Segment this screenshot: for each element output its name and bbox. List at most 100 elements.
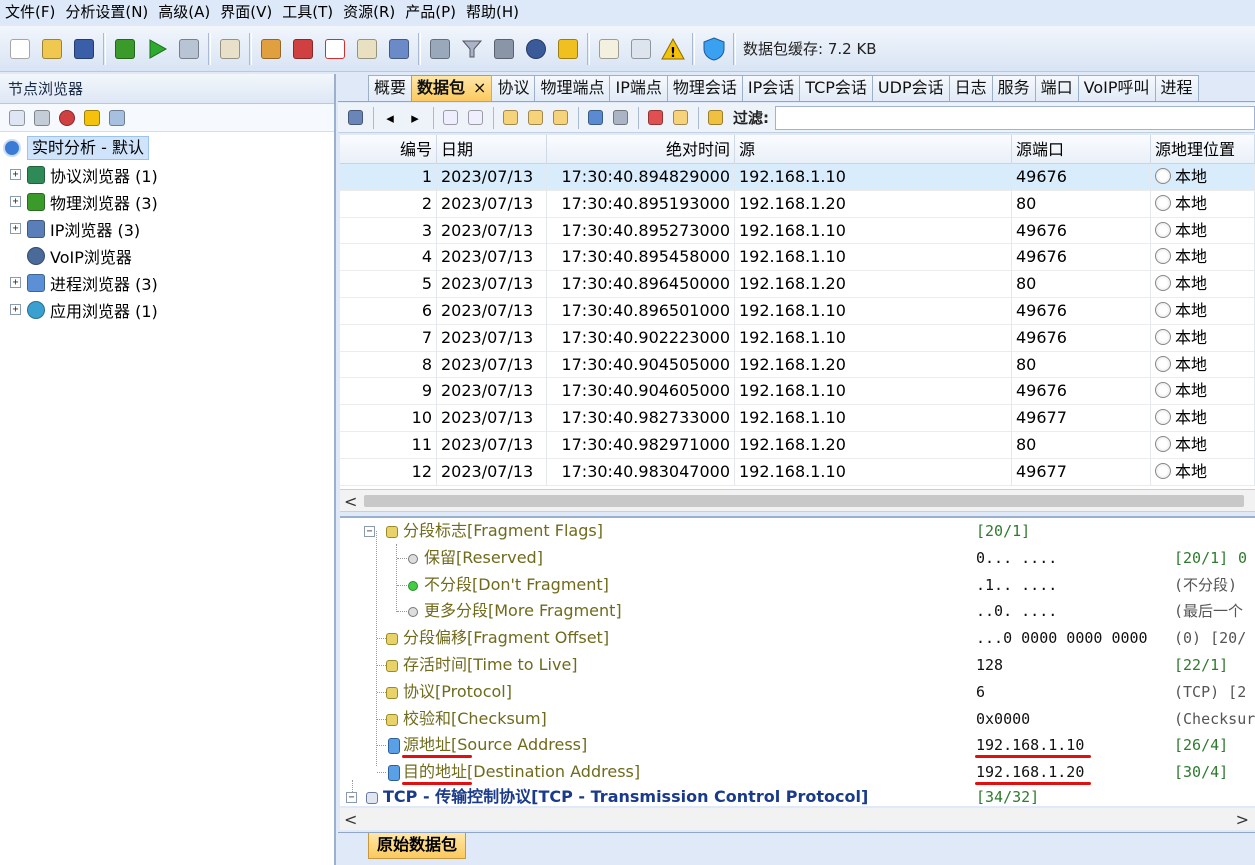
scroll-left-icon[interactable]: < [344,810,357,829]
table-row[interactable]: 8 2023/07/13 17:30:40.904505000 192.168.1.2… [340,351,1255,379]
font-settings-button[interactable] [644,107,666,129]
gear-settings-button[interactable] [256,34,286,64]
scroll-right-icon[interactable]: > [1236,810,1249,829]
detail-row-checksum[interactable]: 校验和[Checksum] 0x0000 (Checksur [340,706,1255,733]
decode-button[interactable] [584,107,606,129]
shield-button[interactable] [699,34,729,64]
next-packet-button[interactable]: ▸ [404,107,426,129]
menu-tools[interactable]: 工具(T) [277,0,338,24]
table-row[interactable]: 6 2023/07/13 17:30:40.896501000 192.168.1.1… [340,297,1255,325]
detail-hscrollbar[interactable]: < > [340,808,1255,830]
tab-physical-conversations[interactable]: 物理会话 [666,75,743,101]
detail-row-fragment-flags[interactable]: − 分段标志[Fragment Flags] [20/1] [340,518,1255,545]
column-header-source-port[interactable]: 源端口 [1012,135,1151,164]
tree-item-physical-browser[interactable]: + 物理浏览器 (3) [0,188,334,215]
tab-voip-calls[interactable]: VoIP呼叫 [1077,75,1156,101]
detail-row-fragment-offset[interactable]: 分段偏移[Fragment Offset] ...0 0000 0000 000… [340,625,1255,652]
tab-udp-conversations[interactable]: UDP会话 [871,75,950,101]
refresh-button[interactable] [521,34,551,64]
add-document-button[interactable] [320,34,350,64]
edit-button[interactable] [594,34,624,64]
detail-row-dont-fragment[interactable]: 不分段[Don't Fragment] .1.. .... (不分段) [340,572,1255,599]
tab-raw-packet[interactable]: 原始数据包 [368,833,467,859]
column-header-source[interactable]: 源 [735,135,1012,164]
column-header-number[interactable]: 编号 [340,135,437,164]
tab-tcp-conversations[interactable]: TCP会话 [799,75,873,101]
menu-view[interactable]: 界面(V) [215,0,277,24]
node-tag-button[interactable] [56,107,78,129]
tree-item-protocol-browser[interactable]: + 协议浏览器 (1) [0,161,334,188]
start-button[interactable] [142,34,172,64]
tab-ip-conversations[interactable]: IP会话 [741,75,801,101]
detail-row-destination-address[interactable]: 目的地址[Destination Address] 192.168.1.20 [… [340,759,1255,786]
list-view-button[interactable] [499,107,521,129]
packet-table-hscrollbar[interactable]: < [340,490,1255,512]
filter-settings-button[interactable] [215,34,245,64]
stop-button[interactable] [174,34,204,64]
network-adapter-button[interactable] [110,34,140,64]
tab-log[interactable]: 日志 [948,75,993,101]
expand-icon[interactable]: + [10,196,21,207]
network-map-button[interactable] [384,34,414,64]
table-row[interactable]: 3 2023/07/13 17:30:40.895273000 192.168.1.1… [340,217,1255,245]
close-icon[interactable]: × [473,78,486,97]
column-header-absolute-time[interactable]: 绝对时间 [547,135,735,164]
detail-view-button[interactable] [524,107,546,129]
tree-root-realtime[interactable]: 实时分析 - 默认 [0,134,334,161]
bookmark-button[interactable] [439,107,461,129]
tab-protocol[interactable]: 协议 [491,75,536,101]
tab-packets[interactable]: 数据包 × [411,75,493,101]
detail-row-more-fragment[interactable]: 更多分段[More Fragment] ..0. .... (最后一个 [340,598,1255,625]
menu-product[interactable]: 产品(P) [400,0,461,24]
tab-ip-endpoints[interactable]: IP端点 [609,75,668,101]
tree-item-voip-browser[interactable]: VoIP浏览器 [0,242,334,269]
nodes-button[interactable] [288,34,318,64]
table-row[interactable]: 11 2023/07/13 17:30:40.982971000 192.168.1.… [340,431,1255,459]
tree-toggle-button[interactable] [669,107,691,129]
packet-list-button[interactable] [352,34,382,64]
open-folder-button[interactable] [37,34,67,64]
table-row[interactable]: 4 2023/07/13 17:30:40.895458000 192.168.1.1… [340,244,1255,272]
filter-input[interactable] [775,105,1255,130]
tree-item-ip-browser[interactable]: + IP浏览器 (3) [0,215,334,242]
tab-services[interactable]: 服务 [991,75,1036,101]
save-packets-button[interactable] [344,107,366,129]
copy-button[interactable] [626,34,656,64]
funnel-filter-button[interactable] [457,34,487,64]
collapse-icon[interactable]: − [364,526,375,537]
trash-button[interactable] [425,34,455,64]
tree-item-application-browser[interactable]: + 应用浏览器 (1) [0,296,334,323]
menu-help[interactable]: 帮助(H) [461,0,524,24]
table-row[interactable]: 1 2023/07/13 17:30:40.894829000 192.168.1.1… [340,164,1255,191]
node-alert-button[interactable] [81,107,103,129]
menu-advanced[interactable]: 高级(A) [153,0,215,24]
table-row[interactable]: 10 2023/07/13 17:30:40.982733000 192.168.1.… [340,405,1255,432]
node-filter-button[interactable] [31,107,53,129]
table-row[interactable]: 2 2023/07/13 17:30:40.895193000 192.168.1.2… [340,190,1255,218]
collapse-icon[interactable]: − [346,792,357,803]
expand-icon[interactable]: + [10,304,21,315]
node-add-button[interactable] [6,107,28,129]
menu-analysis-settings[interactable]: 分析设置(N) [60,0,153,24]
tab-summary[interactable]: 概要 [368,75,413,101]
column-header-date[interactable]: 日期 [437,135,547,164]
save-button[interactable] [69,34,99,64]
detail-row-tcp[interactable]: − TCP - 传输控制协议[TCP - Transmission Contro… [340,784,1255,806]
bookmark-next-button[interactable] [464,107,486,129]
packet-filter-button[interactable] [609,107,631,129]
table-row[interactable]: 5 2023/07/13 17:30:40.896450000 192.168.1.2… [340,271,1255,298]
detail-row-time-to-live[interactable]: 存活时间[Time to Live] 128 [22/1] [340,652,1255,679]
expand-icon[interactable]: + [10,223,21,234]
tab-processes[interactable]: 进程 [1154,75,1199,101]
scroll-thumb[interactable] [364,495,1244,507]
node-export-button[interactable] [106,107,128,129]
table-row[interactable]: 12 2023/07/13 17:30:40.983047000 192.168.1.… [340,458,1255,486]
detail-row-reserved[interactable]: 保留[Reserved] 0... .... [20/1] 0 [340,545,1255,572]
tab-ports[interactable]: 端口 [1034,75,1079,101]
warning-button[interactable]: ! [658,34,688,64]
tree-item-process-browser[interactable]: + 进程浏览器 (3) [0,269,334,296]
column-settings-button[interactable] [704,107,726,129]
print-button[interactable] [489,34,519,64]
new-file-button[interactable] [5,34,35,64]
export-button[interactable] [553,34,583,64]
